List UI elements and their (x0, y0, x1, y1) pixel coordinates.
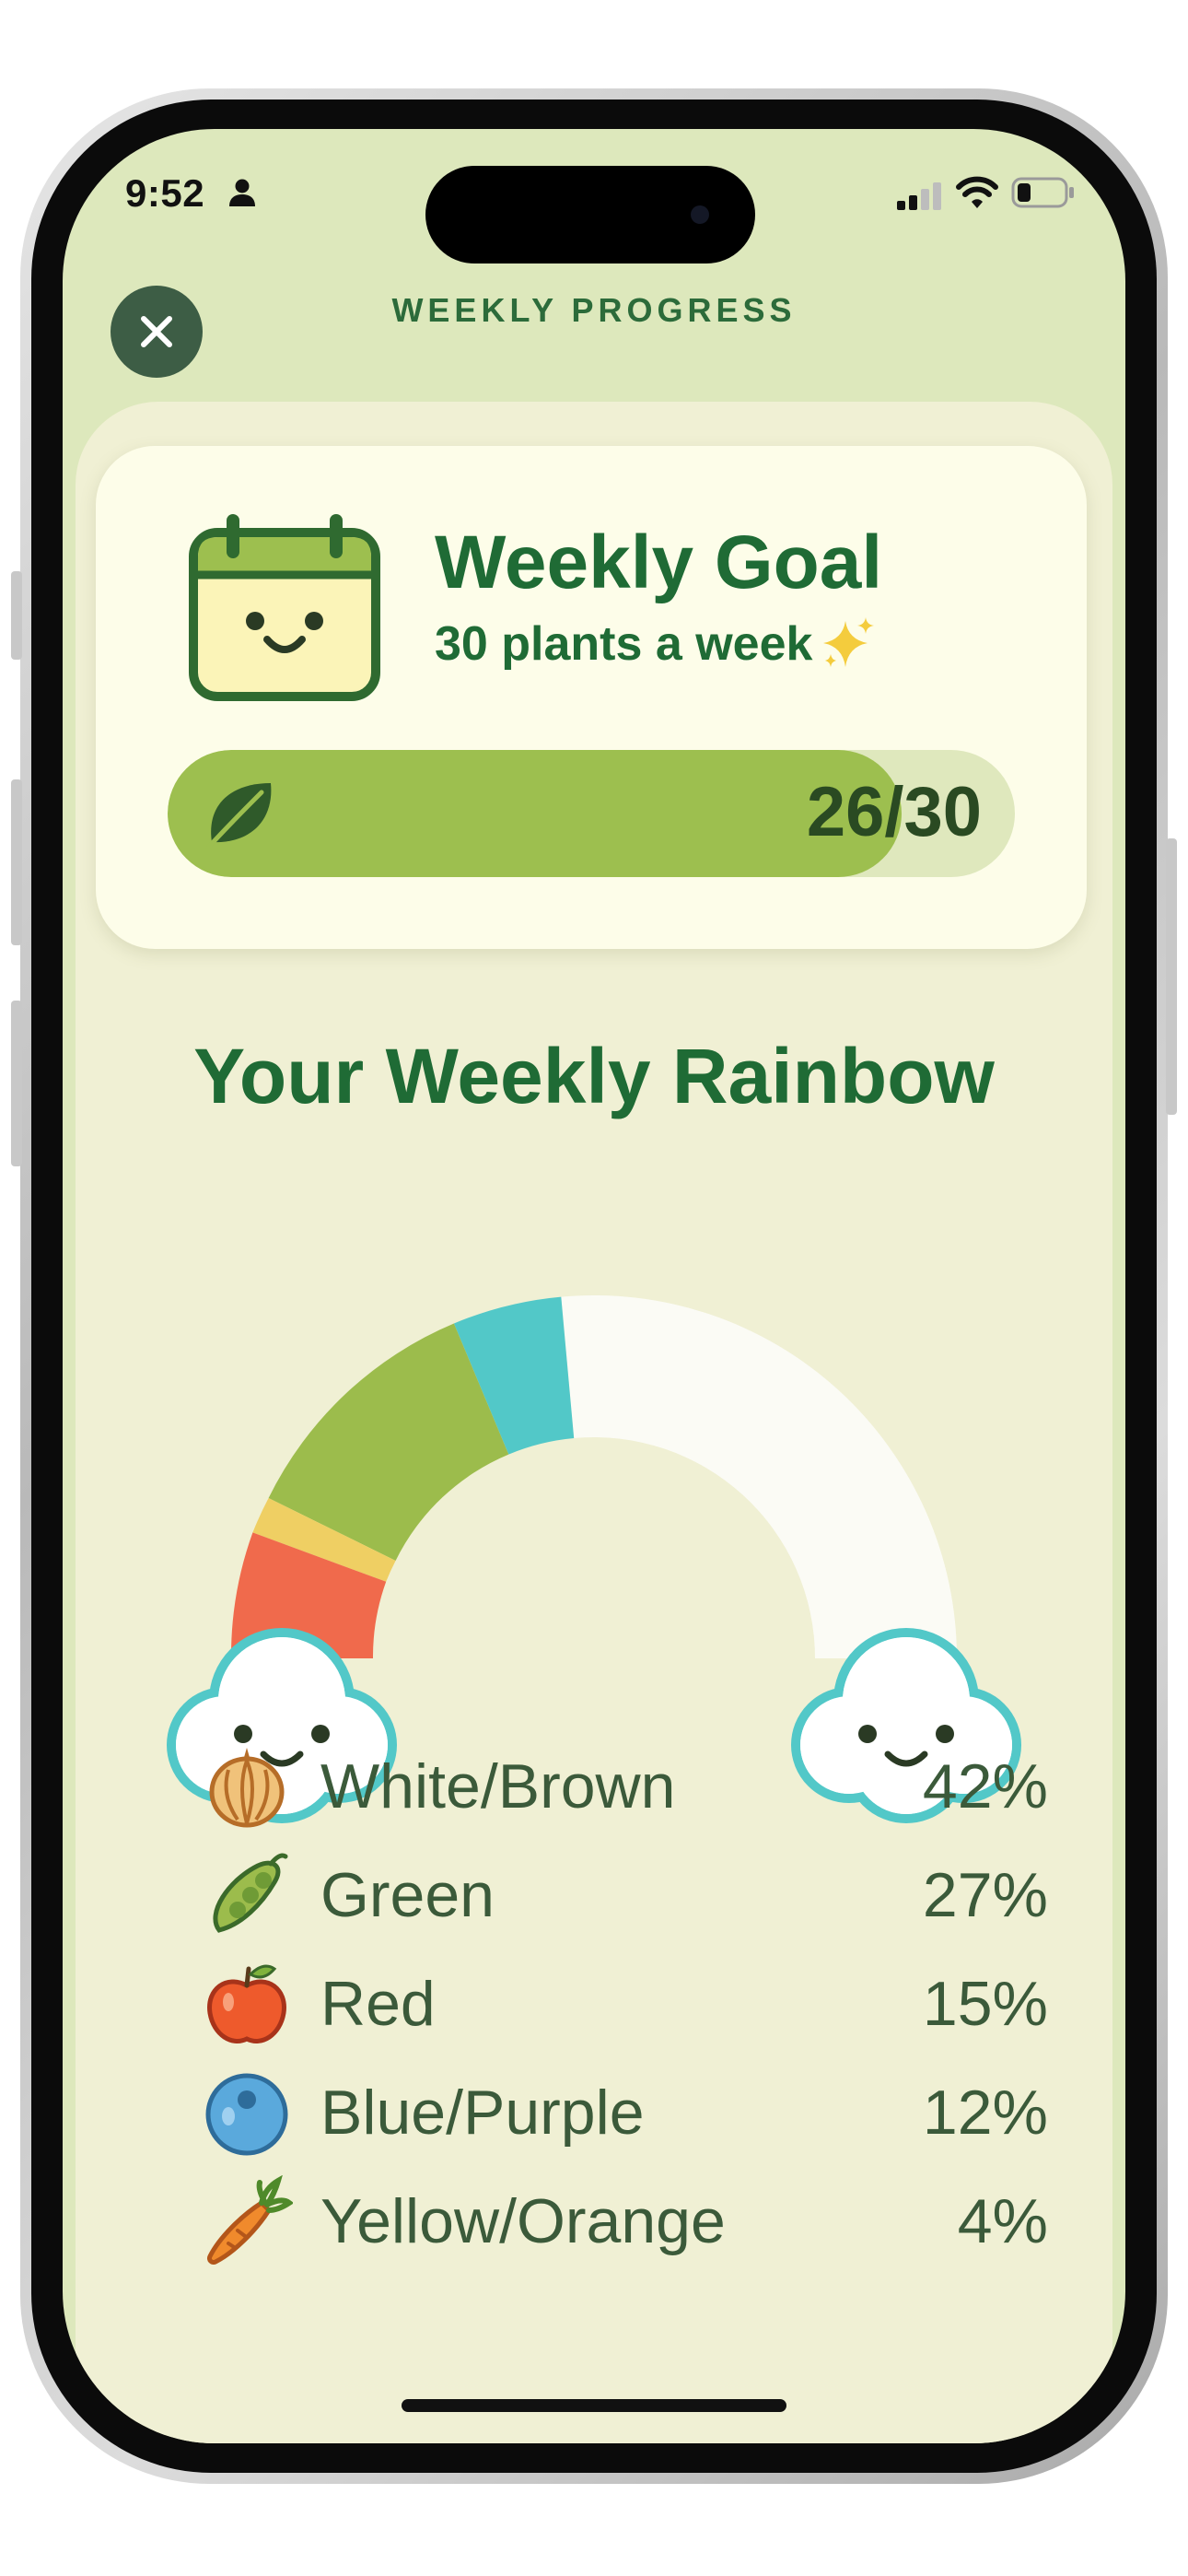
carrot-icon (207, 2175, 293, 2265)
page-title: WEEKLY PROGRESS (391, 291, 797, 329)
calendar-icon (189, 514, 380, 701)
legend-row-blue-purple: Blue/Purple 12% (201, 2058, 1048, 2167)
rainbow-legend: White/Brown 42% Green 27% Red 15% Blue/P… (201, 1732, 1048, 2276)
legend-value: 4% (957, 2186, 1048, 2256)
peapod-icon (213, 1853, 288, 1933)
goal-subtitle-row: 30 plants a week (435, 615, 877, 673)
home-indicator[interactable] (402, 2399, 786, 2412)
camera-icon (691, 205, 709, 224)
weekly-goal-card: Weekly Goal 30 plants a week 26/30 (96, 446, 1087, 949)
goal-subtitle: 30 plants a week (435, 617, 813, 671)
legend-value: 15% (922, 1969, 1048, 2039)
battery-icon (1011, 177, 1074, 208)
power-button (1166, 838, 1177, 1115)
dynamic-island (425, 166, 755, 263)
legend-label: Red (320, 1969, 436, 2039)
legend-label: Green (320, 1860, 495, 1930)
status-time: 9:52 (125, 171, 205, 215)
legend-row-yellow-orange: Yellow/Orange 4% (201, 2167, 1048, 2276)
garlic-icon (209, 1748, 285, 1828)
goal-progress-label: 26/30 (806, 773, 982, 851)
rainbow-title: Your Weekly Rainbow (193, 1033, 995, 1119)
cellular-signal-icon (897, 182, 941, 210)
sparkle-icon (823, 617, 875, 667)
legend-value: 42% (922, 1751, 1048, 1821)
leaf-icon (205, 783, 272, 849)
legend-row-white-brown: White/Brown 42% (201, 1732, 1048, 1841)
legend-label: Yellow/Orange (320, 2186, 726, 2256)
app-screen: 9:52 WEEKLY PROGRESS Weekly Goal 30 plan… (63, 129, 1125, 2443)
goal-title: Weekly Goal (435, 521, 883, 604)
rainbow-arc-white (561, 1294, 957, 1658)
goal-progress-bar: 26/30 (168, 750, 1015, 877)
volume-up-button (11, 779, 22, 945)
apple-icon (207, 1964, 286, 2043)
legend-value: 27% (922, 1860, 1048, 1930)
blueberry-icon (205, 2073, 288, 2156)
legend-label: White/Brown (320, 1751, 676, 1821)
legend-value: 12% (922, 2078, 1048, 2148)
legend-row-red: Red 15% (201, 1950, 1048, 2058)
person-icon (229, 179, 255, 206)
action-button (11, 571, 22, 660)
wifi-icon (956, 176, 998, 208)
volume-down-button (11, 1001, 22, 1166)
legend-row-green: Green 27% (201, 1841, 1048, 1950)
legend-label: Blue/Purple (320, 2078, 645, 2148)
